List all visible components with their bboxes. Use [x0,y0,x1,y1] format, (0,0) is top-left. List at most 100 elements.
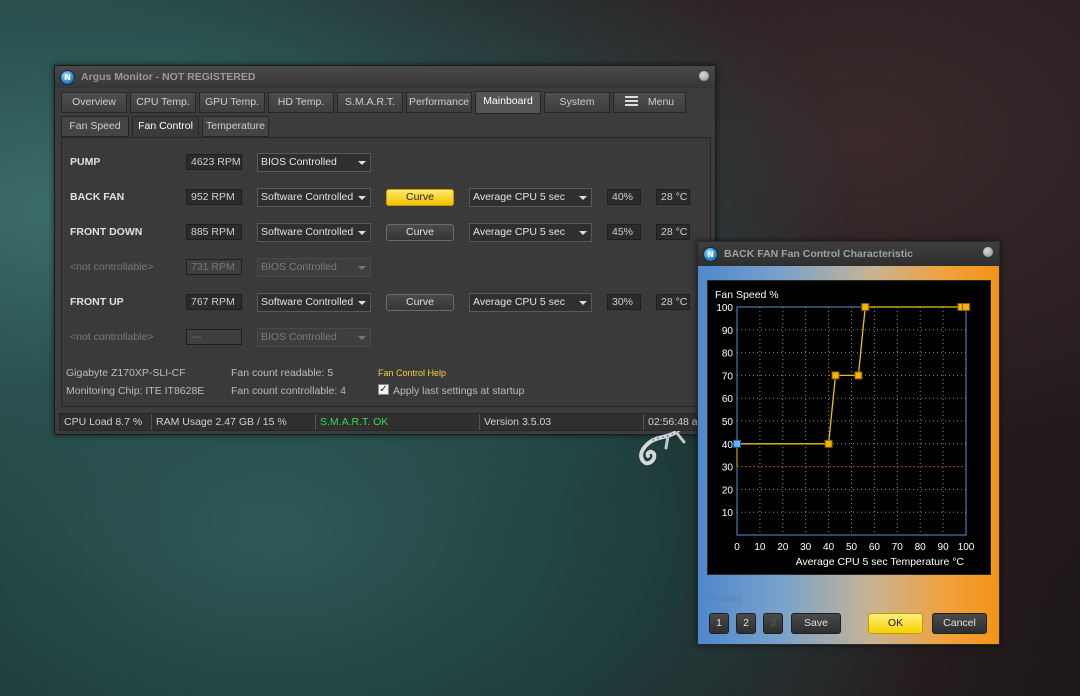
fan-curve-dialog: N BACK FAN Fan Control Characteristic Fa… [697,241,1000,645]
fan-control-help-link[interactable]: Fan Control Help [378,368,446,378]
subtab-fan-speed[interactable]: Fan Speed [61,116,129,137]
tab-smart[interactable]: S.M.A.R.T. [337,92,403,113]
fan-rpm: 731 RPM [186,259,242,275]
cancel-button[interactable]: Cancel [932,613,987,634]
fan-temperature: 28 °C [656,294,690,310]
fan-curve-chart[interactable]: Fan Speed % Average CPU 5 sec Temperatur… [707,280,991,575]
fan-percent: 45% [607,224,641,240]
fan-count-controllable: Fan count controllable: 4 [231,385,346,397]
tab-menu[interactable]: Menu [613,92,686,113]
fan-mode-value: BIOS Controlled [261,156,337,168]
fan-percent: 30% [607,294,641,310]
chevron-down-icon [579,196,587,200]
chevron-down-icon [358,301,366,305]
profiles-label: Profiles [708,594,742,605]
x-tick-label: 70 [892,542,904,553]
close-icon[interactable] [699,71,709,81]
tab-hd-temp[interactable]: HD Temp. [268,92,334,113]
tab-performance[interactable]: Performance [406,92,472,113]
window-title: Argus Monitor - NOT REGISTERED [81,71,256,83]
fan-rpm: 952 RPM [186,189,242,205]
x-tick-label: 100 [958,542,975,553]
x-tick-label: 90 [938,542,950,553]
subtab-temperature[interactable]: Temperature [202,116,269,137]
source-value: Average CPU 5 sec [473,296,566,308]
y-tick-label: 30 [722,463,734,474]
y-tick-label: 100 [716,303,733,314]
tab-overview[interactable]: Overview [61,92,127,113]
fan-rpm: 767 RPM [186,294,242,310]
y-tick-label: 60 [722,394,734,405]
ram-usage-status: RAM Usage 2.47 GB / 15 % [152,414,316,430]
source-dropdown[interactable]: Average CPU 5 sec [469,293,592,312]
curve-button[interactable]: Curve [386,224,454,241]
subtab-fan-control[interactable]: Fan Control [132,116,199,137]
chevron-down-icon [358,266,366,270]
fan-name: <not controllable> [70,331,154,343]
fan-temperature: 28 °C [656,224,690,240]
y-tick-label: 70 [722,371,734,382]
chevron-down-icon [358,196,366,200]
current-value-point [733,439,741,448]
source-dropdown[interactable]: Average CPU 5 sec [469,188,592,207]
hamburger-icon [624,96,638,106]
tab-gpu-temp[interactable]: GPU Temp. [199,92,265,113]
x-tick-label: 20 [777,542,789,553]
fan-mode-dropdown[interactable]: Software Controlled [257,293,371,312]
dialog-title: BACK FAN Fan Control Characteristic [724,248,914,260]
chevron-down-icon [358,231,366,235]
y-tick-label: 10 [722,508,734,519]
fan-control-panel: PUMP 4623 RPM BIOS Controlled BACK FAN 9… [61,137,711,466]
curve-button[interactable]: Curve [386,189,454,206]
x-tick-label: 50 [846,542,858,553]
apply-startup-checkbox[interactable]: ✓ [378,384,389,395]
y-tick-label: 40 [722,440,734,451]
chevron-down-icon [358,161,366,165]
fan-name: BACK FAN [70,191,125,203]
dialog-title-bar[interactable]: N BACK FAN Fan Control Characteristic [698,242,999,266]
tab-system[interactable]: System [544,92,610,113]
fan-temperature: 28 °C [656,189,690,205]
y-tick-label: 20 [722,485,734,496]
smart-status: S.M.A.R.T. OK [316,414,480,430]
profile-2-button[interactable]: 2 [736,613,756,634]
main-window: N Argus Monitor - NOT REGISTERED Overvie… [54,65,716,466]
y-tick-label: 50 [722,417,734,428]
chart-xlabel: Average CPU 5 sec Temperature °C [796,556,965,568]
ok-button[interactable]: OK [868,613,923,634]
fan-percent: 40% [607,189,641,205]
close-icon[interactable] [983,247,993,257]
tab-cpu-temp[interactable]: CPU Temp. [130,92,196,113]
fan-mode-dropdown: BIOS Controlled [257,328,371,347]
version-status: Version 3.5.03 [480,414,644,430]
monitoring-chip: Monitoring Chip: ITE IT8628E [66,385,205,397]
curve-control-point [854,371,863,380]
fan-mode-dropdown[interactable]: Software Controlled [257,223,371,242]
fan-name: FRONT UP [70,296,124,308]
profile-1-button[interactable]: 1 [709,613,729,634]
fan-mode-value: Software Controlled [261,296,354,308]
x-tick-label: 80 [915,542,927,553]
tab-mainboard[interactable]: Mainboard [475,91,541,114]
y-tick-label: 90 [722,326,734,337]
chart-frame [736,306,967,536]
fan-mode-dropdown[interactable]: Software Controlled [257,188,371,207]
curve-button[interactable]: Curve [386,294,454,311]
fan-curve-svg[interactable]: Fan Speed % Average CPU 5 sec Temperatur… [708,281,992,576]
source-value: Average CPU 5 sec [473,191,566,203]
source-dropdown[interactable]: Average CPU 5 sec [469,223,592,242]
x-tick-label: 10 [754,542,766,553]
profile-3-button[interactable]: 3 [763,613,783,634]
save-button[interactable]: Save [791,613,841,634]
title-bar[interactable]: N Argus Monitor - NOT REGISTERED [55,66,715,88]
apply-startup-label: Apply last settings at startup [393,385,525,397]
fan-mode-dropdown[interactable]: BIOS Controlled [257,153,371,172]
fan-mode-value: BIOS Controlled [261,331,337,343]
x-tick-label: 60 [869,542,881,553]
chart-ylabel: Fan Speed % [715,289,779,301]
curve-control-point [831,371,840,380]
fan-mode-dropdown: BIOS Controlled [257,258,371,277]
fan-rpm: 4623 RPM [186,154,242,170]
fan-mode-value: Software Controlled [261,226,354,238]
x-tick-label: 30 [800,542,812,553]
